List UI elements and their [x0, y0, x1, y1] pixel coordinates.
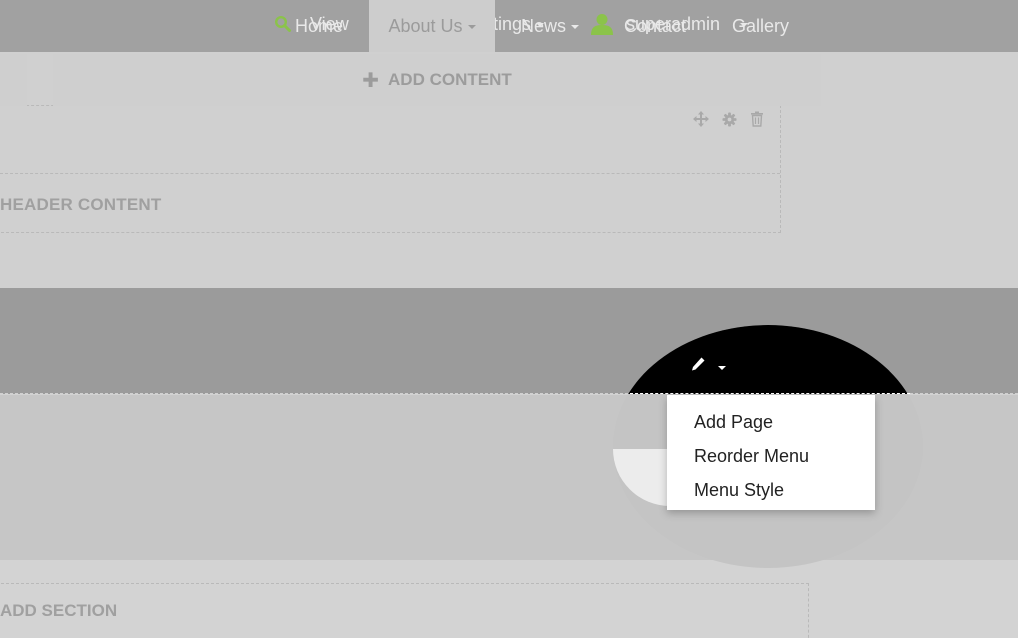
menu-item-reorder-menu[interactable]: Reorder Menu	[667, 439, 875, 473]
header-divider	[0, 173, 780, 174]
add-content-label: ADD CONTENT	[388, 70, 512, 89]
menu-item-menu-style[interactable]: Menu Style	[667, 473, 875, 507]
add-section-label[interactable]: ADD SECTION	[0, 601, 117, 621]
chevron-down-icon	[467, 25, 476, 29]
nav-item-label: About Us	[388, 15, 463, 36]
plus-icon: ✚	[362, 69, 380, 92]
search-icon	[274, 15, 292, 33]
nav-item-label: Contact	[624, 15, 687, 36]
admin-topbar: View Site Settings supera	[0, 0, 1018, 52]
pencil-icon	[690, 356, 706, 377]
menu-edit-dropdown: Add Page Reorder Menu Menu Style	[667, 395, 875, 510]
nav-item-label: News	[521, 15, 567, 36]
move-icon[interactable]	[693, 111, 709, 132]
chevron-down-icon	[718, 365, 726, 370]
nav-item-contact[interactable]: Contact	[624, 0, 686, 52]
content-column-left	[0, 54, 27, 106]
chevron-down-icon	[571, 25, 580, 29]
spotlight-top	[613, 325, 923, 394]
header-content-label[interactable]: HEADER CONTENT	[0, 195, 161, 215]
nav-item-label: Home	[295, 15, 344, 36]
nav-item-label: Gallery	[732, 15, 790, 36]
nav-item-gallery[interactable]: Gallery	[732, 0, 789, 52]
nav-item-home[interactable]: Home	[295, 0, 343, 52]
spotlight-divider	[630, 393, 910, 394]
add-section-block[interactable]	[0, 583, 809, 638]
nav-item-news[interactable]: News	[521, 0, 580, 52]
nav-item-about-us[interactable]: About Us	[369, 0, 495, 52]
add-content-button[interactable]: ✚ ADD CONTENT	[53, 54, 821, 106]
trash-icon[interactable]	[750, 111, 764, 132]
user-icon	[590, 13, 614, 35]
spotlight-dark-fill	[613, 325, 923, 394]
gear-icon[interactable]	[722, 111, 737, 132]
menu-edit-toggle[interactable]	[690, 356, 726, 377]
header-block-tools	[693, 111, 764, 132]
menu-item-add-page[interactable]: Add Page	[667, 405, 875, 439]
